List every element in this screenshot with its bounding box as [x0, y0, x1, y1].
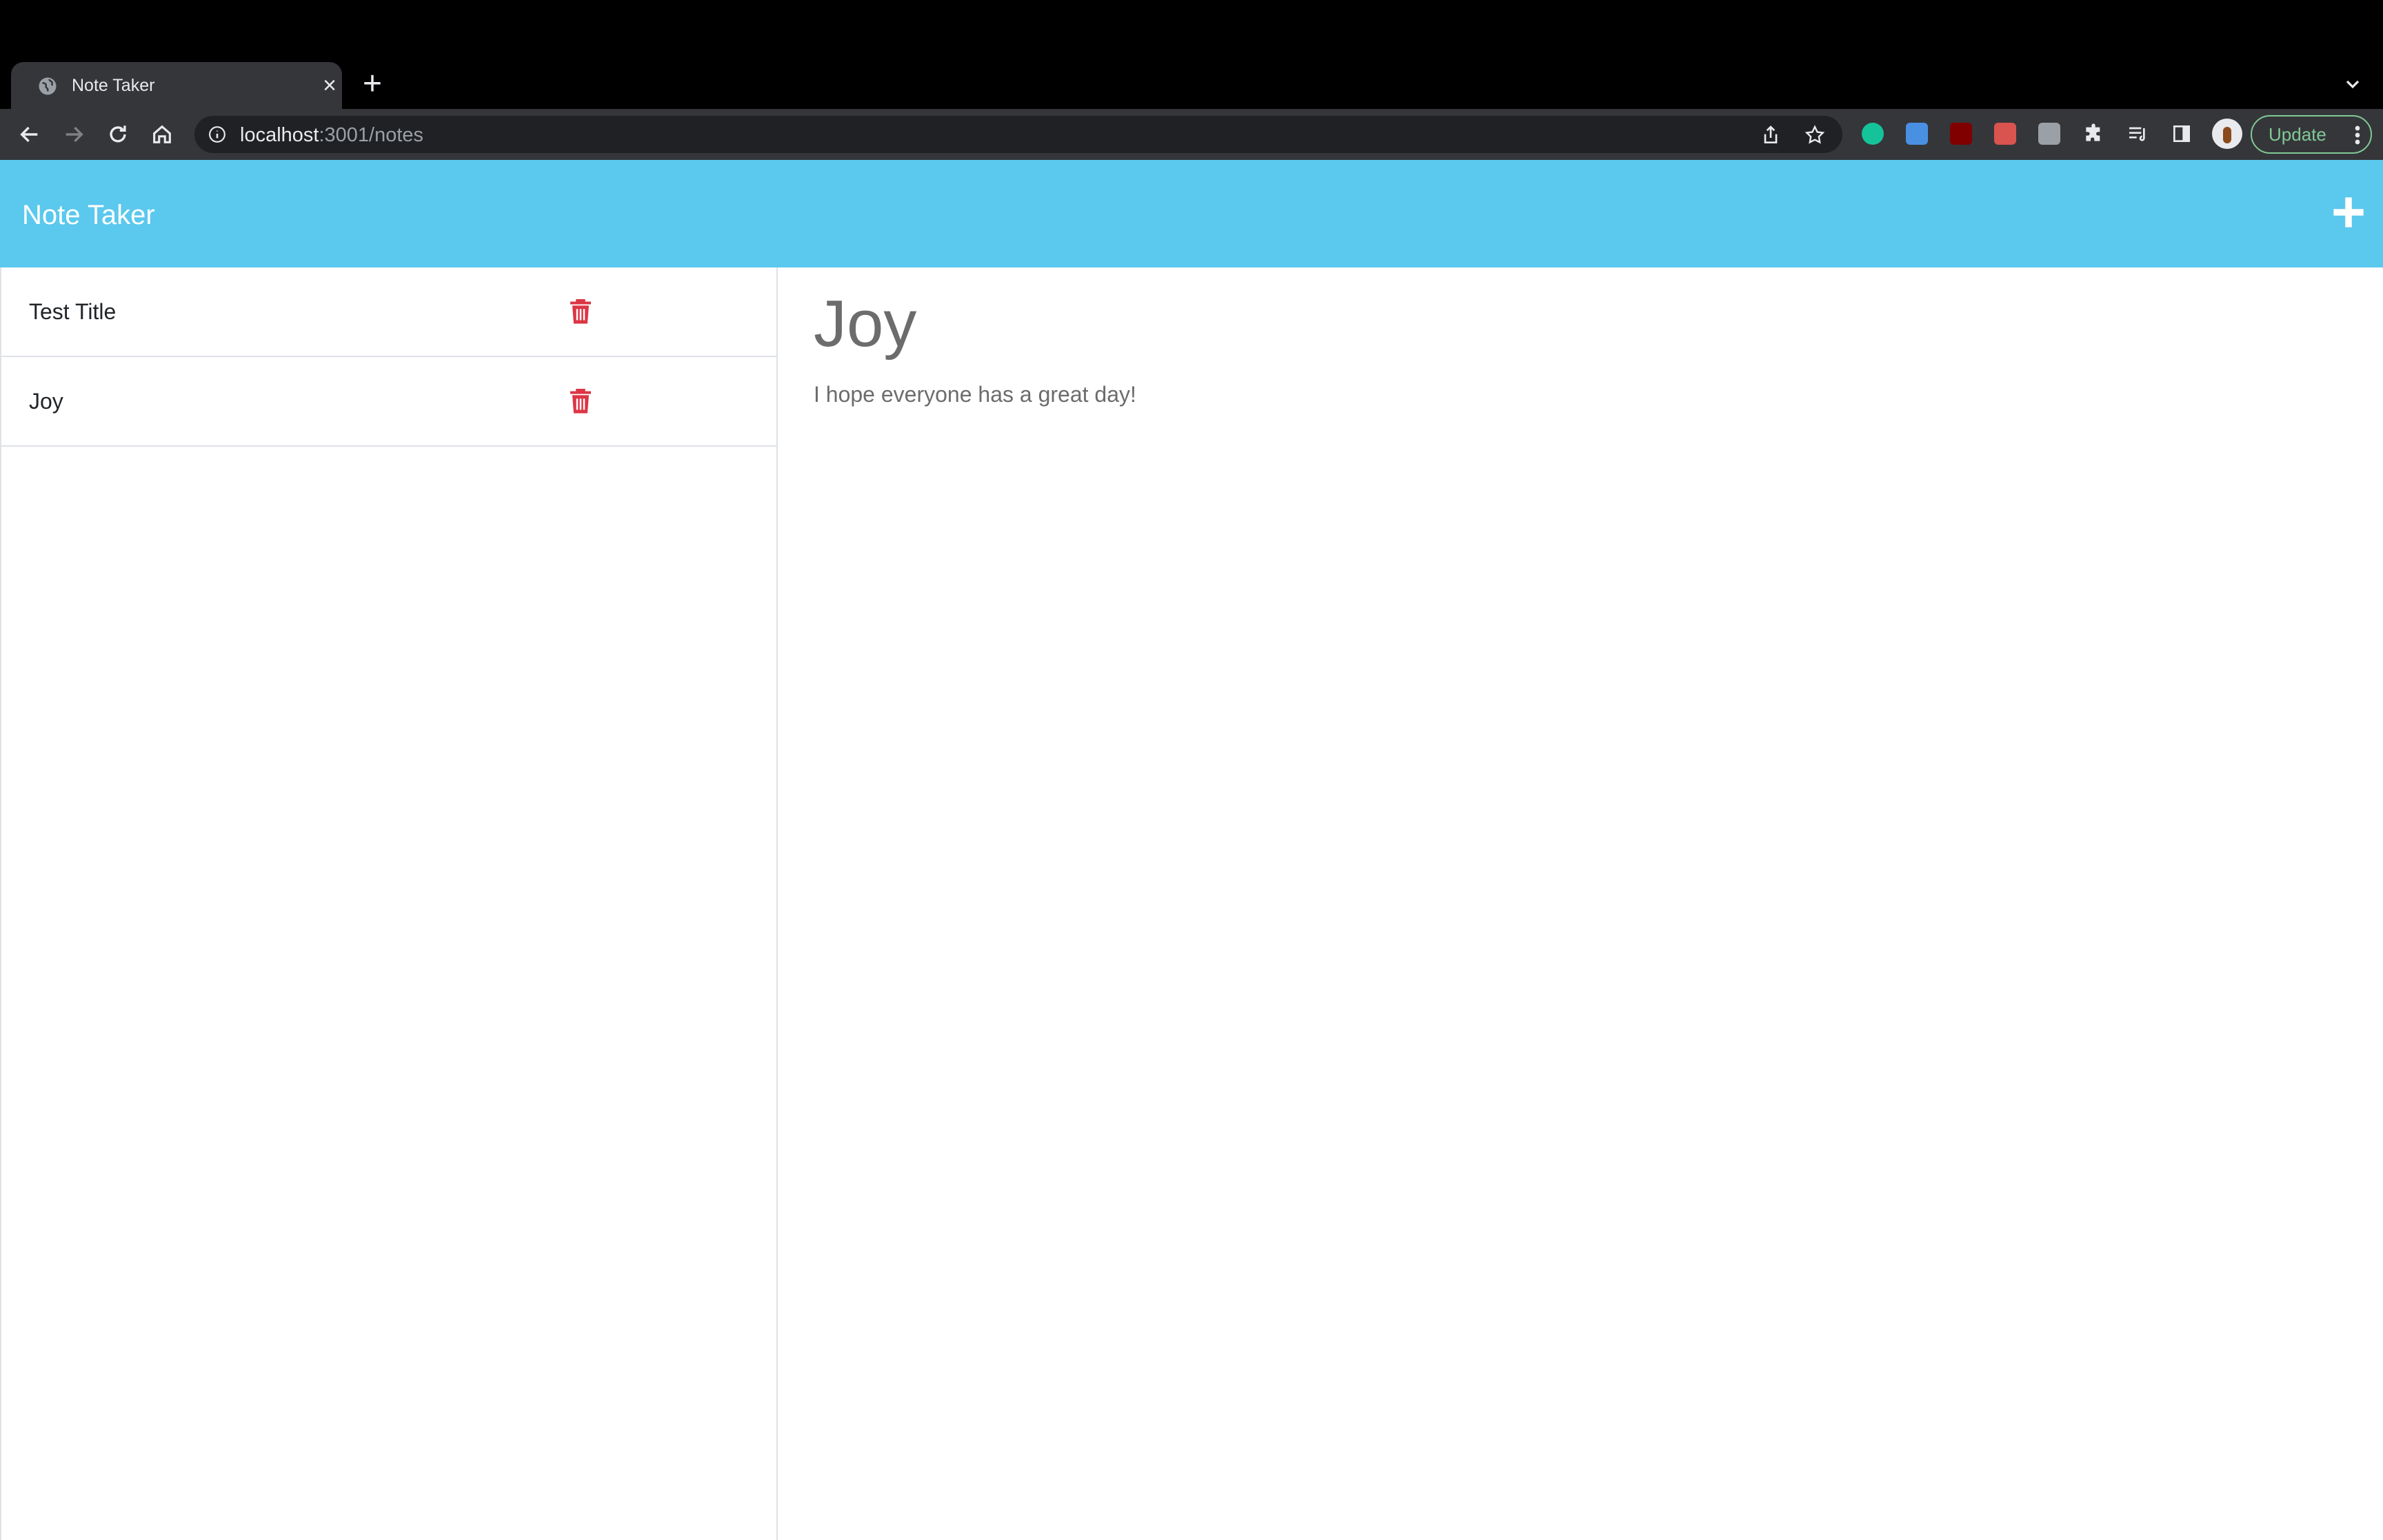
grammarly-extension-icon[interactable]	[1862, 123, 1884, 145]
back-button[interactable]	[12, 117, 47, 152]
cloud-extension-icon[interactable]	[1906, 123, 1928, 145]
reload-button[interactable]	[101, 117, 135, 152]
url-text[interactable]: localhost:3001/notes	[240, 124, 423, 146]
url-host: localhost	[240, 124, 319, 146]
arrow-right-icon	[66, 126, 83, 143]
list-item[interactable]: Joy	[1, 357, 776, 447]
tab-title: Note Taker	[72, 76, 155, 95]
note-text: I hope everyone has a great day!	[814, 382, 1136, 407]
star-icon[interactable]	[1804, 124, 1826, 146]
generic-extension-icon[interactable]	[2038, 123, 2060, 145]
info-icon[interactable]	[208, 125, 226, 143]
browser-toolbar: localhost:3001/notes Update	[0, 109, 2383, 160]
close-icon[interactable]: ×	[319, 74, 341, 97]
note-list-title[interactable]: Test Title	[29, 298, 116, 325]
trash-icon[interactable]	[568, 387, 593, 415]
globe-icon	[39, 77, 57, 95]
note-view: Joy I hope everyone has a great day!	[778, 267, 2383, 1540]
list-item[interactable]: Test Title	[1, 267, 776, 357]
home-button[interactable]	[145, 117, 179, 152]
avatar-figure	[2223, 127, 2231, 143]
arrow-left-icon	[20, 126, 38, 143]
ublock-extension-icon[interactable]	[1950, 123, 1972, 145]
avatar[interactable]	[2212, 119, 2242, 149]
app-viewport: Note Taker Test Title Joy Joy I hope eve…	[0, 160, 2383, 1540]
forward-button[interactable]	[57, 117, 91, 152]
new-tab-button[interactable]: +	[359, 68, 386, 101]
browser-tab[interactable]: Note Taker ×	[11, 62, 342, 109]
update-button[interactable]: Update	[2251, 115, 2372, 154]
home-icon	[153, 125, 171, 143]
notes-list: Test Title Joy	[0, 267, 778, 1540]
share-icon[interactable]	[1760, 124, 1782, 146]
note-title: Joy	[814, 287, 917, 361]
reading-list-icon[interactable]	[2126, 123, 2149, 145]
side-panel-icon[interactable]	[2171, 123, 2193, 145]
reload-icon	[110, 125, 126, 143]
navbar-brand[interactable]: Note Taker	[22, 197, 155, 233]
address-bar[interactable]: localhost:3001/notes	[194, 116, 1842, 153]
plus-icon[interactable]	[2331, 194, 2366, 230]
puzzle-icon[interactable]	[2082, 123, 2104, 145]
browser-tab-strip: Note Taker × +	[0, 0, 2383, 109]
update-label: Update	[2269, 124, 2326, 145]
chevron-down-icon[interactable]	[2342, 73, 2364, 95]
url-path: :3001/notes	[319, 124, 424, 146]
pdf-extension-icon[interactable]	[1994, 123, 2016, 145]
navbar: Note Taker	[0, 160, 2383, 267]
note-list-title[interactable]: Joy	[29, 387, 63, 415]
trash-icon[interactable]	[568, 298, 593, 325]
kebab-menu-icon	[2355, 125, 2360, 145]
